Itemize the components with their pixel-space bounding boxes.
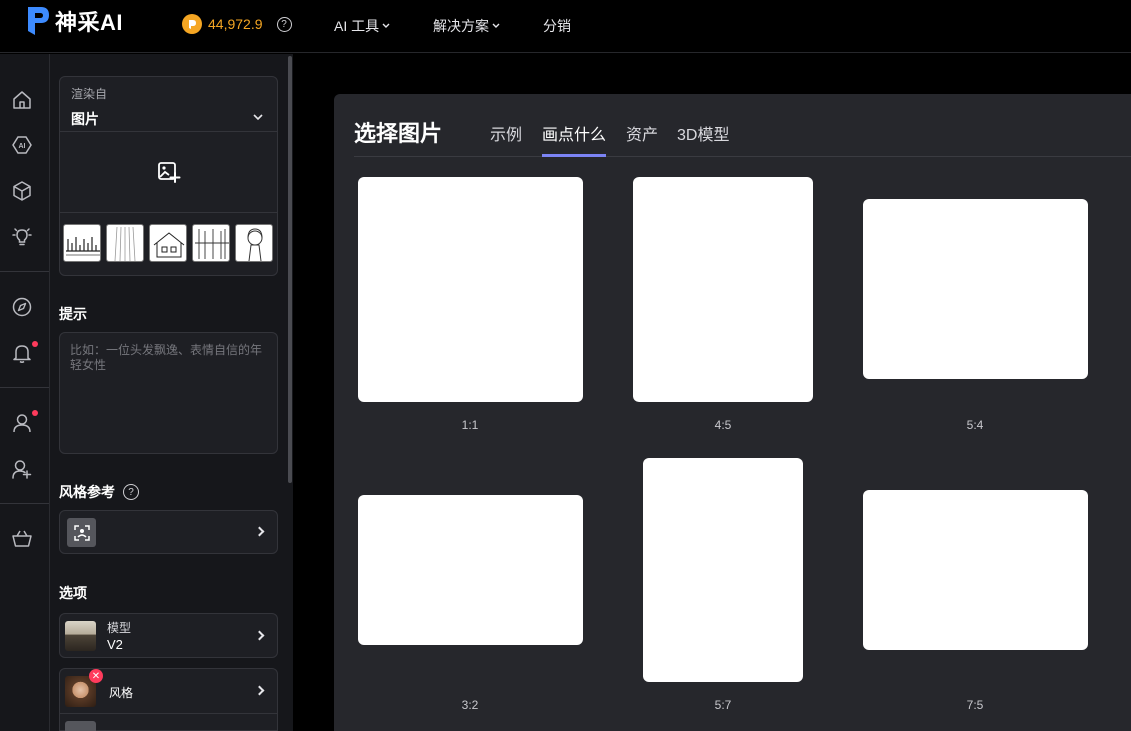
ratio-card-7-5[interactable] [863,490,1088,650]
select-image-dialog: 选择图片 示例 画点什么 资产 3D模型 1:1 4:5 5:4 3:2 5:7… [334,94,1131,731]
user-plus-icon[interactable] [11,458,33,480]
icon-rail: AI [0,54,50,731]
logo-icon [28,7,49,35]
ratio-label: 4:5 [714,418,732,432]
style-reference-header: 风格参考 ? [59,482,139,502]
sample-thumbnail[interactable] [149,224,187,262]
active-tab-indicator [542,154,606,157]
rail-divider [0,503,49,504]
chevron-down-icon [253,114,263,121]
sample-thumbnails [63,224,273,262]
home-icon[interactable] [11,89,33,111]
credit-balance: 44,972.9 [208,16,263,32]
style-select[interactable]: ✕ 风格 场景 [59,668,278,731]
help-icon[interactable]: ? [276,16,292,32]
render-source-select[interactable]: 渲染自 图片 [60,77,277,132]
nav-ai-tools[interactable]: AI 工具 [334,16,390,36]
tab-assets[interactable]: 资产 [626,121,658,145]
render-source-card: 渲染自 图片 [59,76,278,276]
dialog-title: 选择图片 [354,121,443,146]
chevron-down-icon [382,23,390,28]
rail-divider [0,271,49,272]
nav-distribution[interactable]: 分销 [543,16,571,36]
tab-examples[interactable]: 示例 [490,121,522,145]
ratio-label: 1:1 [461,418,479,432]
top-bar: 神采AI 44,972.9 ? AI 工具 解决方案 分销 [0,0,1131,53]
notification-dot [32,410,38,416]
render-source-value: 图片 [71,111,99,127]
basket-icon[interactable] [11,528,33,550]
tab-3d-model[interactable]: 3D模型 [677,121,729,145]
bell-icon[interactable] [11,342,33,364]
credits-display[interactable]: 44,972.9 ? [182,14,292,34]
sample-thumbnail[interactable] [63,224,101,262]
prompt-title: 提示 [59,306,87,322]
chevron-right-icon [254,685,265,696]
logo-text: 神采AI [55,10,124,35]
ratio-card-5-4[interactable] [863,199,1088,379]
chevron-right-icon [254,630,265,641]
logo[interactable]: 神采AI [25,5,123,37]
model-value: V2 [107,637,123,652]
nav-label: AI 工具 [334,18,380,34]
chevron-down-icon [492,23,500,28]
ai-icon[interactable]: AI [11,134,33,156]
sample-thumbnail[interactable] [106,224,144,262]
remove-style-icon[interactable]: ✕ [89,669,103,683]
ratio-card-1-1[interactable] [358,177,583,402]
options-title: 选项 [59,585,87,601]
scene-thumbnail [65,721,96,731]
ratio-card-3-2[interactable] [358,495,583,645]
tab-draw[interactable]: 画点什么 [542,121,606,145]
render-source-label: 渲染自 [71,87,108,101]
ratio-label: 7:5 [966,698,984,712]
tab-divider [354,156,1131,157]
style-reference-select[interactable] [59,510,278,554]
prompt-placeholder: 比如：一位头发飘逸、表情自信的年轻女性 [70,343,263,372]
nav-solutions[interactable]: 解决方案 [433,16,500,36]
model-select[interactable]: 模型 V2 [59,613,278,658]
nav-label: 解决方案 [433,18,489,34]
ratio-label: 3:2 [461,698,479,712]
ratio-card-4-5[interactable] [633,177,813,402]
cube-icon[interactable] [11,180,33,202]
compass-icon[interactable] [11,296,33,318]
sample-thumbnail[interactable] [192,224,230,262]
help-icon[interactable]: ? [123,484,139,500]
model-thumbnail [65,621,96,651]
panel-scrollbar[interactable] [288,56,292,483]
sample-thumbnail[interactable] [235,224,273,262]
prompt-input[interactable]: 比如：一位头发飘逸、表情自信的年轻女性 [59,332,278,454]
ratio-card-5-7[interactable] [643,458,803,682]
scene-select[interactable]: 场景 [59,713,278,731]
coin-icon [182,14,202,34]
bulb-icon[interactable] [11,226,33,248]
rail-divider [0,387,49,388]
style-reference-title: 风格参考 [59,484,115,500]
style-reference-icon [67,518,96,547]
user-icon[interactable] [11,412,33,434]
svg-text:AI: AI [19,143,26,150]
model-label: 模型 [107,621,132,635]
ratio-label: 5:7 [714,698,732,712]
nav-label: 分销 [543,18,571,34]
add-image-icon [158,162,181,183]
ratio-label: 5:4 [966,418,984,432]
chevron-right-icon [254,526,265,537]
notification-dot [32,341,38,347]
side-panel: 渲染自 图片 提示 比如：一位头发飘逸、表情自信的年轻女性 风格参考 ? 选项 … [50,54,293,731]
upload-image-area[interactable] [60,133,277,213]
style-label: 风格 [109,686,134,700]
